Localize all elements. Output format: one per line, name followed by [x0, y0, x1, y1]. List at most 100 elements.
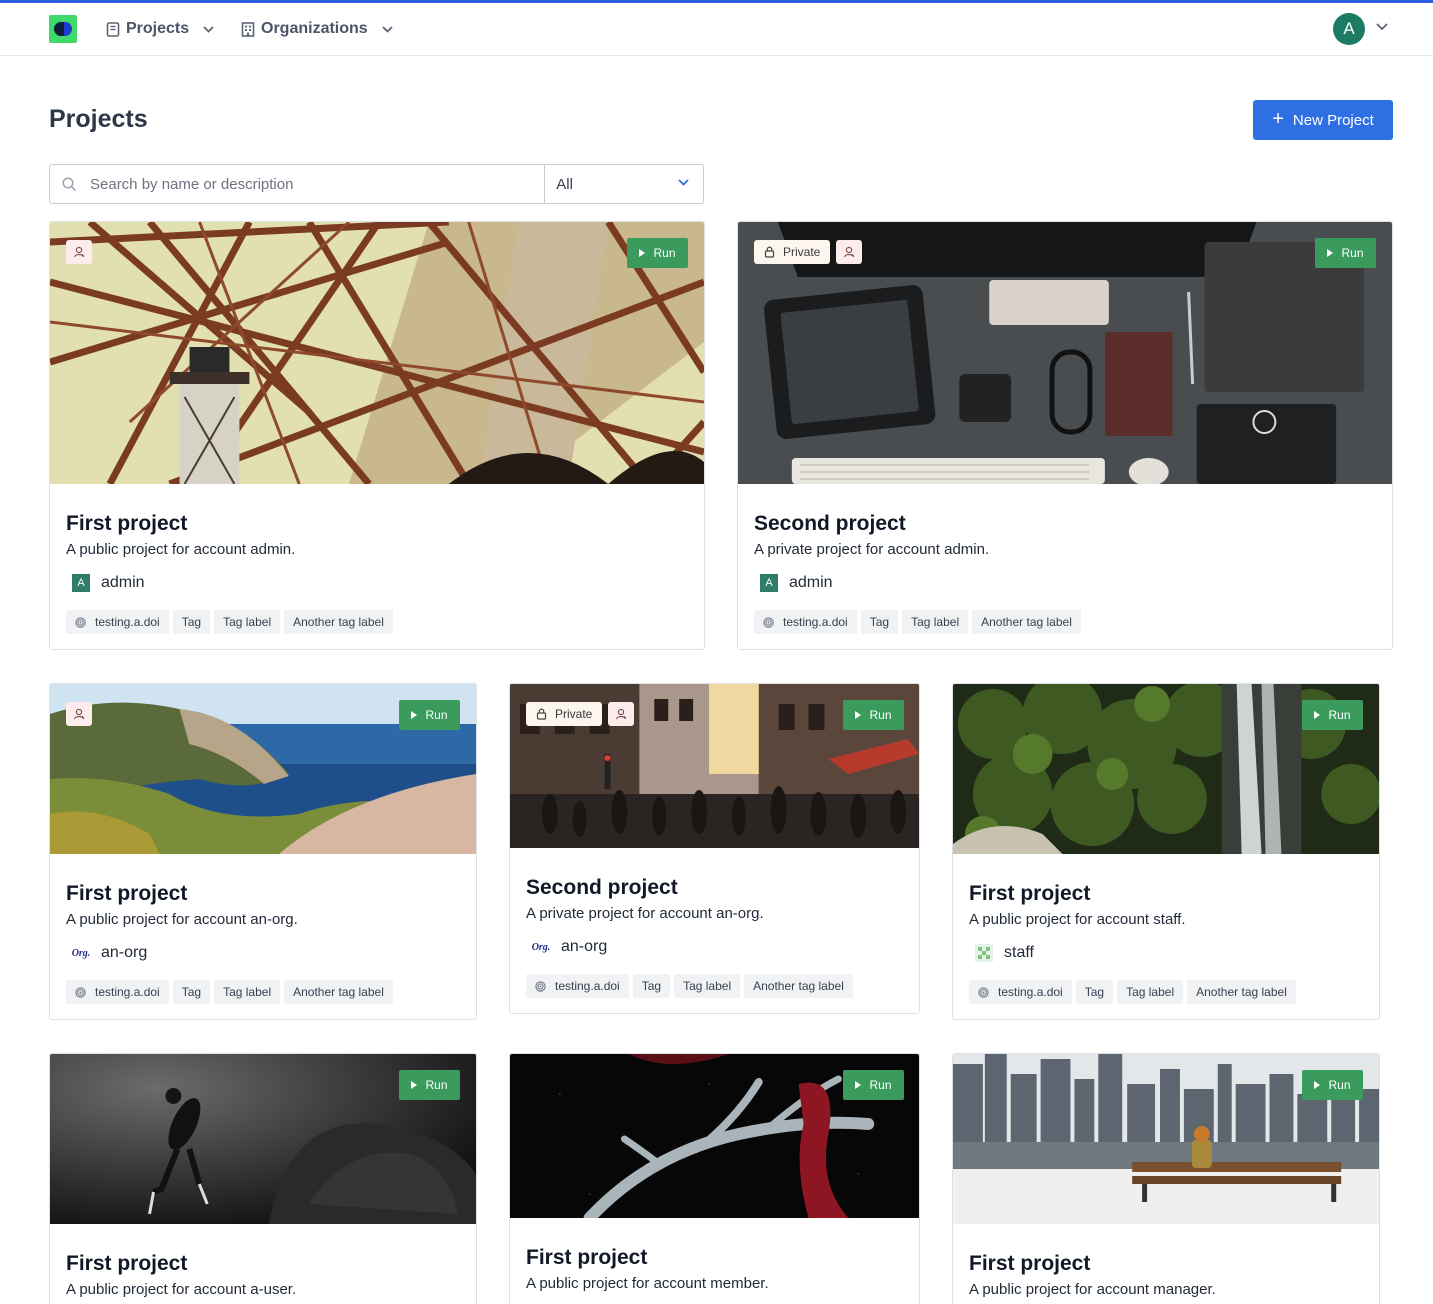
project-owner[interactable]: Org. an-org	[532, 938, 607, 956]
owner-badge	[836, 240, 863, 264]
owner-avatar: A	[760, 574, 778, 592]
tag-text: testing.a.doi	[555, 979, 620, 993]
tag[interactable]: Tag	[632, 974, 671, 998]
project-title[interactable]: First project	[969, 882, 1090, 906]
nav-organizations-dropdown[interactable]: Organizations	[241, 16, 393, 42]
project-card[interactable]: Private Run Second project A private pro…	[737, 221, 1393, 650]
project-title[interactable]: Second project	[754, 512, 906, 536]
doi-tag[interactable]: testing.a.doi	[526, 974, 629, 998]
run-label: Run	[1328, 1078, 1351, 1092]
doi-tag[interactable]: testing.a.doi	[66, 980, 169, 1004]
private-badge: Private	[754, 240, 831, 264]
tag[interactable]: Tag	[172, 980, 211, 1004]
run-label: Run	[653, 246, 676, 260]
owner-avatar: Org.	[72, 944, 90, 962]
tag-list: testing.a.doi Tag Tag label Another tag …	[754, 610, 1081, 634]
run-button[interactable]: Run	[399, 700, 460, 730]
nav-projects-dropdown[interactable]: Projects	[106, 16, 214, 42]
run-button[interactable]: Run	[843, 700, 904, 730]
owner-badge	[66, 702, 92, 726]
tag[interactable]: Tag	[172, 610, 211, 634]
run-label: Run	[1341, 246, 1364, 260]
project-title[interactable]: First project	[66, 1252, 187, 1276]
private-badge: Private	[526, 702, 603, 726]
run-button[interactable]: Run	[1302, 700, 1363, 730]
app-logo[interactable]	[49, 15, 77, 43]
tag[interactable]: Tag	[1075, 980, 1114, 1004]
chevron-down-icon	[678, 179, 689, 186]
project-title[interactable]: First project	[969, 1252, 1090, 1276]
project-thumbnail-bridge	[50, 222, 704, 484]
tag-text: testing.a.doi	[95, 615, 160, 629]
run-label: Run	[869, 1078, 892, 1092]
building-icon	[241, 21, 255, 37]
user-icon	[616, 708, 627, 720]
tag[interactable]: Tag	[860, 610, 899, 634]
search-input[interactable]	[90, 165, 540, 203]
play-icon	[855, 711, 862, 719]
owner-badge	[66, 240, 92, 264]
identicon-icon	[978, 947, 990, 959]
run-label: Run	[869, 708, 892, 722]
new-project-button[interactable]: + New Project	[1253, 100, 1393, 140]
page-title: Projects	[49, 105, 148, 133]
owner-name: admin	[789, 574, 833, 591]
user-menu-chevron-icon[interactable]	[1376, 23, 1388, 31]
lock-icon	[536, 708, 547, 720]
filter-selected-value: All	[556, 175, 573, 193]
run-button[interactable]: Run	[1315, 238, 1376, 268]
project-card[interactable]: Run First project A public project for a…	[952, 1053, 1380, 1304]
private-label: Private	[783, 245, 821, 259]
nav-projects-label: Projects	[126, 20, 190, 37]
tag-text: testing.a.doi	[95, 985, 160, 999]
tag[interactable]: Tag label	[214, 980, 281, 1004]
project-card[interactable]: Run First project A public project for a…	[49, 1053, 477, 1304]
tag[interactable]: Another tag label	[284, 610, 393, 634]
chevron-down-icon	[382, 25, 393, 33]
owner-name: staff	[1004, 944, 1034, 961]
project-owner[interactable]: Org. an-org	[72, 944, 147, 962]
project-owner[interactable]: A admin	[760, 574, 833, 592]
tag[interactable]: Tag label	[902, 610, 969, 634]
run-button[interactable]: Run	[627, 238, 688, 268]
run-button[interactable]: Run	[843, 1070, 904, 1100]
plus-icon: +	[1272, 108, 1284, 130]
tag[interactable]: Tag label	[1117, 980, 1184, 1004]
fingerprint-icon	[978, 986, 989, 998]
tag[interactable]: Another tag label	[744, 974, 853, 998]
tag[interactable]: Tag label	[214, 610, 281, 634]
project-card[interactable]: Run First project A public project for a…	[49, 683, 477, 1020]
project-title[interactable]: First project	[66, 882, 187, 906]
tag[interactable]: Another tag label	[972, 610, 1081, 634]
tag[interactable]: Another tag label	[1187, 980, 1296, 1004]
project-owner[interactable]: A admin	[72, 574, 145, 592]
fingerprint-icon	[763, 616, 774, 628]
project-card[interactable]: Run First project A public project for a…	[509, 1053, 920, 1304]
doi-tag[interactable]: testing.a.doi	[66, 610, 169, 634]
user-avatar[interactable]: A	[1333, 13, 1365, 45]
run-button[interactable]: Run	[399, 1070, 460, 1100]
run-label: Run	[1328, 708, 1351, 722]
project-description: A private project for account an-org.	[526, 905, 764, 922]
tag[interactable]: Another tag label	[284, 980, 393, 1004]
visibility-filter-select[interactable]: All	[545, 165, 703, 203]
project-card[interactable]: Private Run Second project A private pro…	[509, 683, 920, 1014]
project-card[interactable]: Run First project A public project for a…	[49, 221, 705, 650]
search-bar: All	[49, 164, 704, 204]
project-card[interactable]: Run First project A public project for a…	[952, 683, 1380, 1020]
project-title[interactable]: First project	[66, 512, 187, 536]
tag-list: testing.a.doi Tag Tag label Another tag …	[969, 980, 1296, 1004]
card-badges	[66, 240, 92, 264]
owner-name: an-org	[101, 944, 148, 961]
tag[interactable]: Tag label	[674, 974, 741, 998]
project-description: A public project for account member.	[526, 1275, 769, 1292]
project-owner[interactable]: staff	[975, 944, 1034, 962]
project-title[interactable]: Second project	[526, 876, 678, 900]
fingerprint-icon	[75, 616, 86, 628]
tag-text: testing.a.doi	[783, 615, 848, 629]
doi-tag[interactable]: testing.a.doi	[969, 980, 1072, 1004]
run-button[interactable]: Run	[1302, 1070, 1363, 1100]
doi-tag[interactable]: testing.a.doi	[754, 610, 857, 634]
owner-avatar	[975, 944, 993, 962]
project-title[interactable]: First project	[526, 1246, 647, 1270]
